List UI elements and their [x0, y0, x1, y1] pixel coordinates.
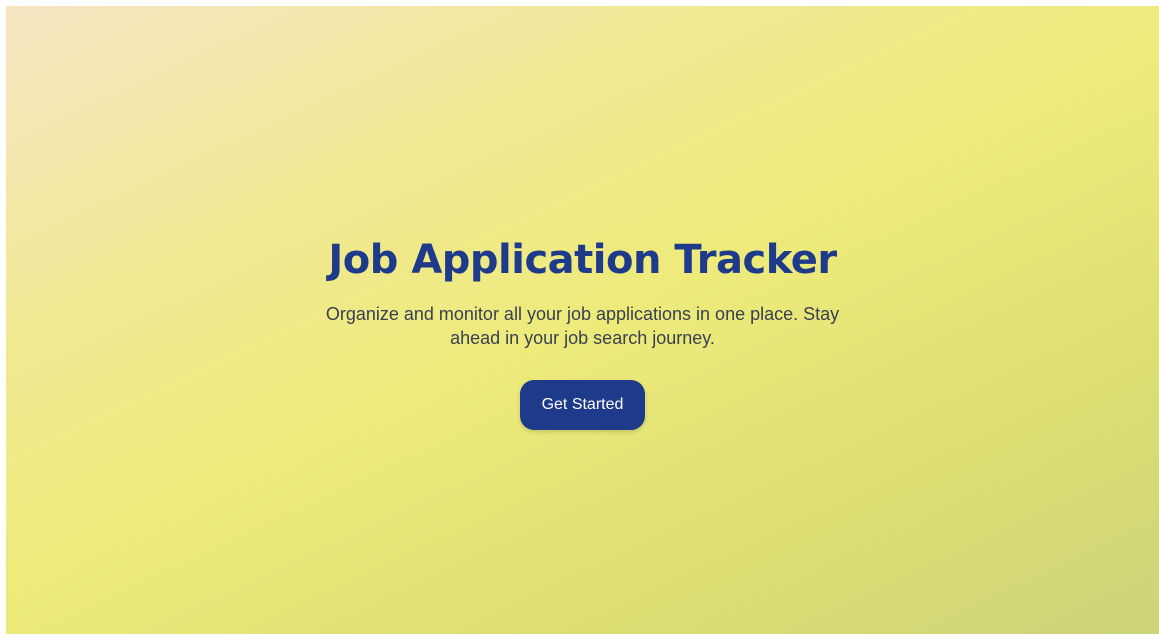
get-started-button[interactable]: Get Started — [519, 380, 646, 430]
hero-section: Job Application Tracker Organize and mon… — [6, 230, 1159, 430]
page-title: Job Application Tracker — [328, 237, 837, 283]
landing-page: Job Application Tracker Organize and mon… — [6, 6, 1159, 634]
hero-subtitle: Organize and monitor all your job applic… — [325, 304, 840, 348]
